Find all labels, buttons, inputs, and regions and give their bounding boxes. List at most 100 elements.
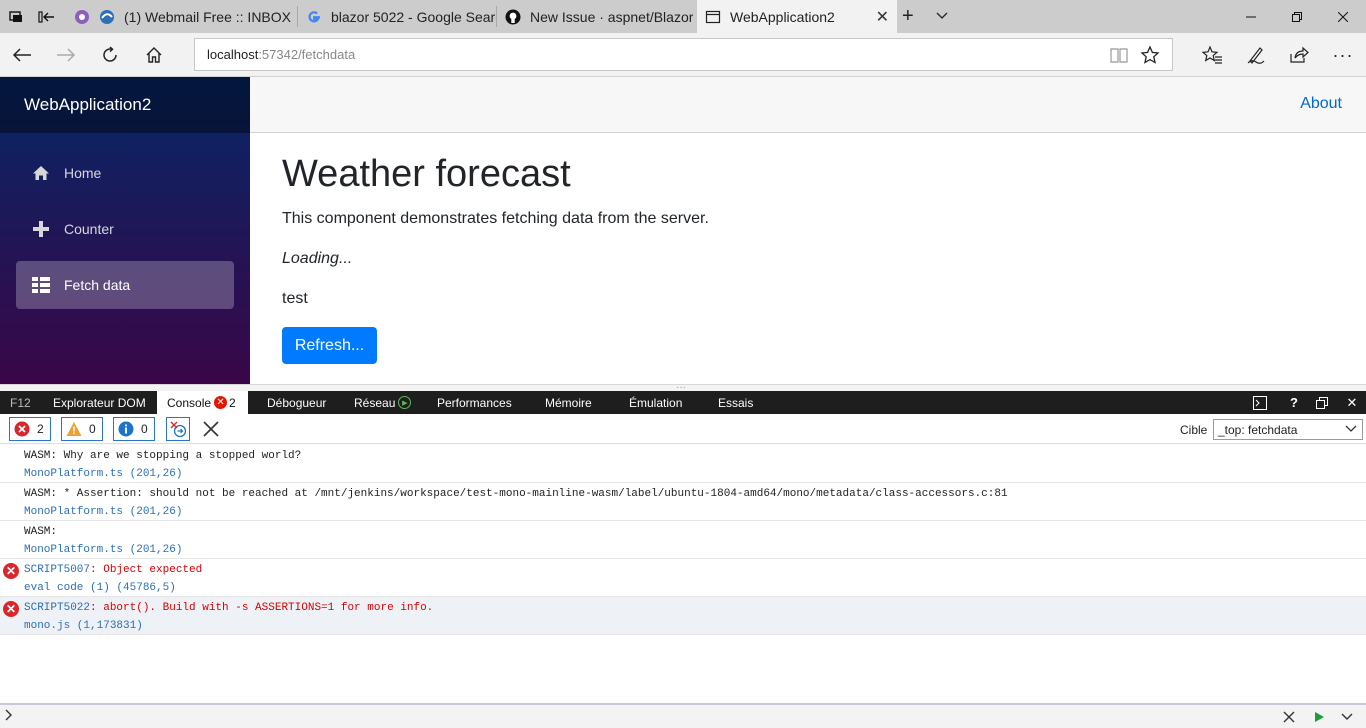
tab-performance[interactable]: Performances bbox=[437, 391, 512, 414]
undock-icon[interactable] bbox=[1307, 391, 1337, 414]
new-tab-icon[interactable]: + bbox=[902, 5, 922, 27]
message-text: SCRIPT5022: abort(). Build with -s ASSER… bbox=[24, 602, 433, 614]
browser-tab-strip: (1) Webmail Free :: INBOX blazor 5022 - … bbox=[0, 0, 1366, 33]
sidebar: WebApplication2 Home Counter Fetch data bbox=[0, 77, 250, 384]
browser-toolbar: localhost:57342/fetchdata ··· bbox=[0, 33, 1366, 77]
tab-title: blazor 5022 - Google Searcl bbox=[331, 8, 496, 25]
tab-label: Débogueur bbox=[267, 395, 327, 410]
address-bar[interactable]: localhost:57342/fetchdata bbox=[194, 38, 1173, 71]
close-devtools-icon[interactable]: ✕ bbox=[1337, 391, 1366, 414]
tab-title: WebApplication2 bbox=[730, 8, 835, 25]
back-arrow-icon[interactable] bbox=[0, 33, 44, 77]
console-message: WASM: * Assertion: should not be reached… bbox=[0, 483, 1366, 521]
source-link[interactable]: mono.js (1,173831) bbox=[24, 620, 143, 632]
errors-count: 2 bbox=[37, 422, 44, 436]
target-label: Cible bbox=[1180, 423, 1208, 437]
message-text: WASM: * Assertion: should not be reached… bbox=[24, 488, 1008, 500]
minimize-window-icon[interactable] bbox=[1228, 0, 1274, 33]
source-link[interactable]: MonoPlatform.ts (201,26) bbox=[24, 468, 182, 480]
tab-console[interactable]: Console ✕ 2 bbox=[157, 391, 248, 414]
source-link[interactable]: eval code (1) (45786,5) bbox=[24, 582, 176, 594]
sidebar-item-counter[interactable]: Counter bbox=[16, 205, 234, 253]
page-favicon bbox=[705, 9, 721, 25]
reading-view-icon[interactable] bbox=[1109, 46, 1129, 67]
info-filter-button[interactable]: 0 bbox=[113, 417, 155, 441]
tab-memory[interactable]: Mémoire bbox=[545, 391, 592, 414]
tab-github-issue[interactable]: New Issue · aspnet/Blazor bbox=[497, 0, 697, 33]
recording-play-icon: ▶ bbox=[398, 396, 412, 409]
error-code: SCRIPT5022 bbox=[24, 602, 91, 614]
tab-tests[interactable]: Essais bbox=[718, 391, 753, 414]
error-text: : abort(). Build with -s ASSERTIONS=1 fo… bbox=[90, 602, 434, 614]
share-icon[interactable] bbox=[1277, 33, 1321, 77]
tab-label: Explorateur DOM bbox=[53, 395, 146, 410]
f12-label: F12 bbox=[10, 395, 31, 410]
tab-webapplication2[interactable]: WebApplication2 ✕ bbox=[697, 0, 897, 33]
list-icon bbox=[32, 276, 50, 294]
message-text: WASM: bbox=[24, 526, 58, 538]
more-dots-icon[interactable]: ··· bbox=[1321, 33, 1365, 77]
webmail-favicon bbox=[74, 9, 90, 25]
google-favicon bbox=[306, 9, 322, 25]
forward-arrow-icon[interactable] bbox=[44, 33, 88, 77]
tab-label: Émulation bbox=[629, 395, 683, 410]
prompt-chevron-icon bbox=[4, 708, 14, 725]
console-toggle-icon[interactable] bbox=[1245, 391, 1275, 414]
app-brand[interactable]: WebApplication2 bbox=[0, 77, 250, 133]
tab-emulation[interactable]: Émulation bbox=[629, 391, 682, 414]
devtools-splitter[interactable]: ··· bbox=[0, 383, 1366, 393]
clear-input-icon[interactable] bbox=[1283, 710, 1295, 728]
tab-webmail[interactable]: (1) Webmail Free :: INBOX bbox=[66, 0, 296, 33]
help-icon[interactable]: ? bbox=[1279, 391, 1309, 414]
loading-text: Loading... bbox=[282, 250, 353, 267]
tab-label: Performances bbox=[437, 395, 512, 410]
chevron-down-icon bbox=[1344, 422, 1358, 439]
warning-icon bbox=[66, 421, 82, 437]
clear-on-navigate-icon[interactable] bbox=[166, 417, 190, 441]
sidebar-item-label: Fetch data bbox=[64, 277, 131, 293]
favorite-star-icon[interactable] bbox=[1140, 45, 1160, 68]
sidebar-item-fetch-data[interactable]: Fetch data bbox=[16, 261, 234, 309]
set-tabs-aside-icon[interactable] bbox=[38, 9, 56, 25]
home-browser-icon[interactable] bbox=[132, 33, 176, 77]
source-link[interactable]: MonoPlatform.ts (201,26) bbox=[24, 544, 182, 556]
tab-dom-explorer[interactable]: Explorateur DOM bbox=[53, 391, 146, 414]
target-value: _top: fetchdata bbox=[1218, 422, 1298, 437]
tab-google-search[interactable]: blazor 5022 - Google Searcl bbox=[298, 0, 496, 33]
target-select[interactable]: _top: fetchdata bbox=[1213, 419, 1363, 440]
error-count: 2 bbox=[229, 395, 236, 410]
close-window-icon[interactable] bbox=[1320, 0, 1366, 33]
plus-icon bbox=[32, 220, 50, 238]
refresh-button[interactable]: Refresh... bbox=[282, 327, 377, 364]
console-toolbar: 2 0 0 Cible _top: fetchdata bbox=[0, 414, 1366, 444]
console-error-message: ✕ SCRIPT5022: abort(). Build with -s ASS… bbox=[0, 597, 1366, 635]
tab-label: Réseau bbox=[354, 395, 396, 410]
refresh-icon[interactable] bbox=[88, 33, 132, 77]
errors-filter-button[interactable]: 2 bbox=[9, 417, 51, 441]
favorites-hub-icon[interactable] bbox=[1190, 33, 1234, 77]
console-message: WASM: MonoPlatform.ts (201,26) bbox=[0, 521, 1366, 559]
run-play-icon[interactable] bbox=[1313, 710, 1325, 728]
console-input[interactable] bbox=[0, 703, 1366, 728]
source-link[interactable]: MonoPlatform.ts (201,26) bbox=[24, 506, 182, 518]
tab-manager-icon[interactable] bbox=[8, 9, 24, 25]
tab-network[interactable]: Réseau ▶ bbox=[354, 391, 412, 414]
edge-favicon bbox=[99, 9, 115, 25]
console-output[interactable]: WASM: Why are we stopping a stopped worl… bbox=[0, 445, 1366, 703]
web-note-pen-icon[interactable] bbox=[1234, 33, 1278, 77]
sidebar-item-home[interactable]: Home bbox=[16, 149, 234, 197]
github-favicon bbox=[505, 9, 521, 25]
info-icon bbox=[118, 421, 134, 437]
clear-console-icon[interactable] bbox=[202, 420, 220, 438]
warnings-filter-button[interactable]: 0 bbox=[61, 417, 103, 441]
restore-window-icon[interactable] bbox=[1274, 0, 1320, 33]
error-icon: ✕ bbox=[3, 563, 19, 579]
about-link[interactable]: About bbox=[1300, 95, 1342, 113]
tab-preview-chevron-icon[interactable] bbox=[935, 9, 951, 25]
close-tab-icon[interactable]: ✕ bbox=[876, 7, 889, 27]
multiline-chevron-icon[interactable] bbox=[1340, 710, 1354, 728]
tab-debugger[interactable]: Débogueur bbox=[267, 391, 326, 414]
error-icon bbox=[14, 421, 30, 437]
test-text: test bbox=[282, 290, 308, 307]
sidebar-item-label: Home bbox=[64, 165, 102, 181]
